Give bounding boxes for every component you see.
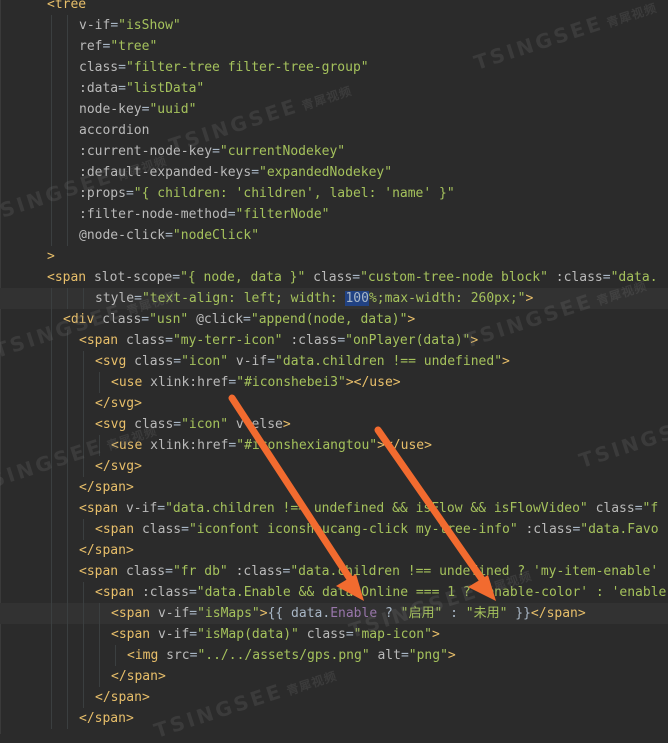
annotation-arrow-head: [336, 574, 364, 601]
annotation-arrow: [228, 394, 358, 589]
annotation-arrow-head: [468, 575, 496, 601]
annotation-arrow: [374, 426, 490, 589]
annotation-arrows: [228, 394, 496, 601]
